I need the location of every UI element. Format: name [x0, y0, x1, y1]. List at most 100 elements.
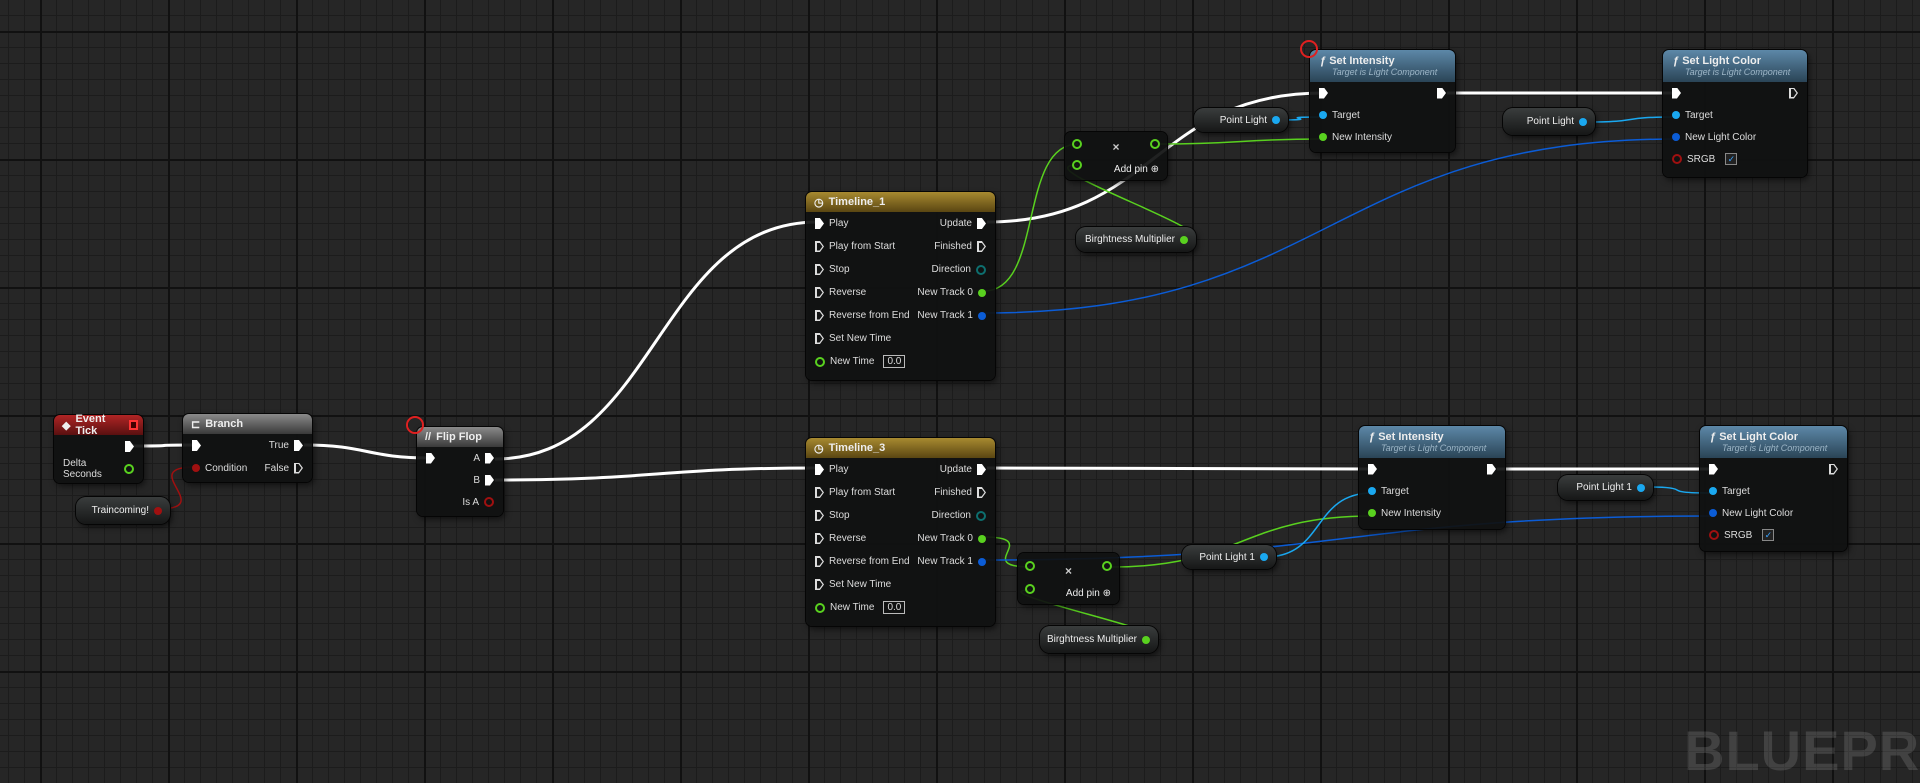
object-out-pin[interactable]: [1637, 483, 1645, 492]
is-a-pin[interactable]: [484, 497, 494, 507]
exec-in-pin[interactable]: [815, 218, 824, 229]
add-input-b-pin[interactable]: [1072, 160, 1082, 170]
exec-wire[interactable]: [494, 466, 819, 482]
a-pin[interactable]: [485, 452, 494, 464]
traincoming-variable[interactable]: Traincoming!: [76, 497, 170, 524]
flip-flop-node[interactable]: // Flip Flop A B Is A: [417, 427, 503, 516]
add-input-a-pin[interactable]: [1025, 561, 1035, 571]
exec-in-pin[interactable]: [1319, 87, 1328, 99]
brightness-multiplier-variable[interactable]: Birghtness Multiplier: [1040, 626, 1158, 653]
exec-in-pin[interactable]: [815, 241, 824, 252]
exec-out-pin[interactable]: [1789, 87, 1798, 99]
add-output-pin[interactable]: [1102, 561, 1112, 571]
branch-node[interactable]: ⊏ Branch True Condition False: [183, 414, 312, 482]
object-out-pin[interactable]: [1260, 553, 1268, 561]
point-light-1-variable[interactable]: Point Light 1: [1558, 475, 1653, 500]
timeline-1-node[interactable]: ◷ Timeline_1 Play Update Play from Start Fini…: [806, 192, 995, 380]
new-track-1-pin[interactable]: [978, 557, 986, 566]
exec-in-pin[interactable]: [1672, 87, 1681, 99]
exec-wire[interactable]: [494, 220, 819, 461]
exec-in-pin[interactable]: [426, 452, 435, 464]
new-track-1-pin[interactable]: [978, 311, 986, 320]
new-intensity-pin[interactable]: [1368, 509, 1376, 517]
point-light-1-variable[interactable]: Point Light 1: [1182, 545, 1276, 569]
exec-out-pin[interactable]: [125, 441, 134, 452]
exec-in-pin[interactable]: [1709, 463, 1718, 475]
false-pin[interactable]: [294, 462, 303, 474]
add-pin-button[interactable]: Add pin ⊕: [1066, 588, 1111, 599]
direction-pin[interactable]: [976, 264, 986, 275]
new-time-pin[interactable]: [815, 356, 825, 367]
new-time-input[interactable]: 0.0: [883, 601, 906, 614]
delegate-pin-icon[interactable]: [128, 420, 138, 430]
delta-seconds-pin[interactable]: [124, 464, 134, 474]
exec-in-pin[interactable]: [815, 533, 824, 544]
add-node-top[interactable]: × Add pin ⊕: [1065, 132, 1167, 180]
srgb-pin[interactable]: [1709, 530, 1719, 540]
add-output-pin[interactable]: [1150, 139, 1160, 149]
target-pin[interactable]: [1368, 487, 1376, 495]
exec-out-pin[interactable]: [1437, 87, 1446, 99]
exec-out-pin[interactable]: [1487, 463, 1496, 475]
new-time-input[interactable]: 0.0: [883, 355, 906, 368]
srgb-checkbox[interactable]: ✓: [1762, 529, 1775, 541]
float-out-pin[interactable]: [1142, 635, 1150, 644]
set-intensity-node[interactable]: ƒ Set Intensity Target is Light Component…: [1359, 426, 1505, 529]
b-pin[interactable]: [485, 474, 494, 486]
exec-in-pin[interactable]: [815, 333, 824, 344]
finished-pin[interactable]: [977, 241, 986, 252]
float-wire[interactable]: [1159, 138, 1324, 145]
timeline-3-node[interactable]: ◷ Timeline_3 Play Update Play from Start Fini…: [806, 438, 995, 626]
direction-pin[interactable]: [976, 510, 986, 521]
breakpoint-icon[interactable]: [406, 416, 424, 434]
exec-in-pin[interactable]: [815, 579, 824, 590]
exec-in-pin[interactable]: [815, 464, 824, 475]
target-pin[interactable]: [1672, 111, 1680, 119]
target-pin[interactable]: [1319, 111, 1327, 119]
event-tick-node[interactable]: ◆ Event Tick Delta Seconds: [54, 413, 143, 483]
bool-out-pin[interactable]: [154, 506, 162, 515]
finished-pin[interactable]: [977, 487, 986, 498]
new-light-color-pin[interactable]: [1709, 509, 1717, 517]
add-input-a-pin[interactable]: [1072, 139, 1082, 149]
exec-in-pin[interactable]: [815, 310, 824, 321]
add-node-bottom[interactable]: × Add pin ⊕: [1018, 553, 1119, 604]
object-wire[interactable]: [1264, 492, 1373, 558]
srgb-checkbox[interactable]: ✓: [1725, 153, 1738, 165]
srgb-pin[interactable]: [1672, 154, 1682, 164]
exec-in-pin[interactable]: [192, 440, 201, 451]
add-input-b-pin[interactable]: [1025, 584, 1035, 594]
add-pin-button[interactable]: Add pin ⊕: [1114, 164, 1159, 175]
breakpoint-icon[interactable]: [1300, 40, 1318, 58]
brightness-multiplier-variable[interactable]: Birghtness Multiplier: [1076, 227, 1196, 252]
new-time-pin[interactable]: [815, 602, 825, 613]
target-pin[interactable]: [1709, 487, 1717, 495]
exec-in-pin[interactable]: [1368, 463, 1377, 475]
exec-in-pin[interactable]: [815, 287, 824, 298]
condition-pin[interactable]: [192, 464, 200, 472]
float-wire[interactable]: [983, 143, 1079, 292]
point-light-variable[interactable]: Point Light: [1503, 108, 1595, 135]
object-out-pin[interactable]: [1579, 117, 1587, 126]
set-light-color-node[interactable]: ƒ Set Light Color Target is Light Compone…: [1700, 426, 1847, 551]
exec-in-pin[interactable]: [815, 556, 824, 567]
new-light-color-pin[interactable]: [1672, 133, 1680, 141]
exec-out-pin[interactable]: [1829, 463, 1838, 475]
point-light-variable[interactable]: Point Light: [1194, 108, 1288, 132]
exec-in-pin[interactable]: [815, 487, 824, 498]
true-pin[interactable]: [294, 440, 303, 451]
update-pin[interactable]: [977, 218, 986, 229]
update-pin[interactable]: [977, 464, 986, 475]
exec-in-pin[interactable]: [815, 264, 824, 275]
new-track-0-pin[interactable]: [978, 288, 986, 297]
exec-in-pin[interactable]: [815, 510, 824, 521]
set-light-color-node[interactable]: ƒ Set Light Color Target is Light Compone…: [1663, 50, 1807, 177]
new-track-0-pin[interactable]: [978, 534, 986, 543]
new-intensity-pin[interactable]: [1319, 133, 1327, 141]
pin-label: Direction: [931, 264, 971, 275]
set-intensity-node[interactable]: ƒ Set Intensity Target is Light Component…: [1310, 50, 1455, 152]
float-out-pin[interactable]: [1180, 235, 1188, 244]
object-out-pin[interactable]: [1272, 116, 1280, 124]
exec-wire[interactable]: [303, 443, 431, 460]
exec-wire[interactable]: [986, 466, 1373, 471]
